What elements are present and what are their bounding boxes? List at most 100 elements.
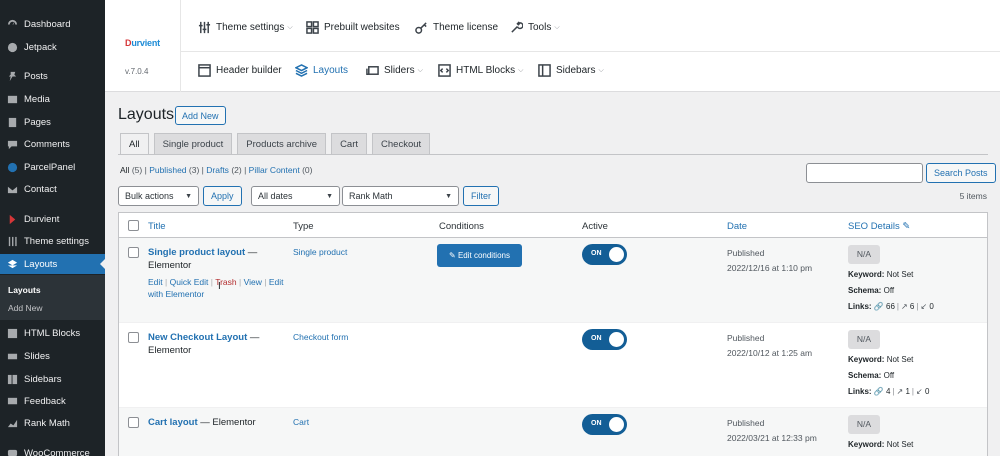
tab-single-product[interactable]: Single product [153, 133, 233, 154]
sidebar-item-dashboard[interactable]: Dashboard [0, 14, 105, 34]
column-title[interactable]: Title [148, 221, 166, 232]
date-filter-select[interactable]: All dates ▼ [251, 186, 340, 206]
sidebar-item-posts[interactable]: Posts [0, 66, 105, 86]
sidebar-item-sidebars[interactable]: Sidebars [0, 369, 105, 389]
submenu-item-layouts[interactable]: Layouts [8, 285, 41, 295]
sidebar-item-label: Jetpack [24, 41, 57, 53]
search-input[interactable] [806, 163, 923, 183]
sidebar-item-layouts[interactable]: Layouts [0, 254, 105, 274]
edit-pencil-icon[interactable]: ✎ [902, 221, 910, 232]
slides-icon [6, 350, 18, 362]
column-date[interactable]: Date [727, 221, 747, 232]
row-type-link[interactable]: Cart [293, 417, 309, 427]
sidebar-item-comments[interactable]: Comments [0, 134, 105, 154]
view-all[interactable]: All [120, 165, 129, 175]
row-title-link[interactable]: Single product layout [148, 247, 245, 258]
sidebars-icon [6, 373, 18, 385]
active-toggle[interactable]: ON [582, 329, 627, 350]
add-new-button[interactable]: Add New [175, 106, 226, 125]
row-date: Published 2022/10/12 at 1:25 am [727, 331, 812, 361]
sidebar-item-jetpack[interactable]: Jetpack [0, 37, 105, 57]
sidebar-item-durvient[interactable]: Durvient [0, 209, 105, 229]
seo-score-badge: N/A [848, 330, 880, 349]
tab-products-archive[interactable]: Products archive [237, 133, 327, 154]
row-checkbox[interactable] [128, 247, 139, 258]
row-action-edit[interactable]: Edit [148, 277, 163, 287]
nav-layouts[interactable]: Layouts [295, 64, 348, 77]
sidebar-item-media[interactable]: Media [0, 89, 105, 109]
bulk-actions-select[interactable]: Bulk actions ▼ [118, 186, 199, 206]
post-status: Published [727, 333, 765, 343]
nav-sliders[interactable]: Sliders ⌵ [366, 64, 423, 77]
sidebar-item-label: Posts [24, 70, 48, 82]
row-type-link[interactable]: Checkout form [293, 332, 348, 342]
view-drafts[interactable]: Drafts [206, 165, 229, 175]
sidebar-item-theme-settings[interactable]: Theme settings [0, 231, 105, 251]
separator: | [264, 277, 267, 287]
header-divider [180, 0, 181, 92]
code-icon [438, 64, 451, 77]
toggle-label: ON [591, 335, 602, 342]
nav-header-builder[interactable]: Header builder [198, 64, 282, 77]
view-published[interactable]: Published [149, 165, 186, 175]
sidebar-item-slides[interactable]: Slides [0, 346, 105, 366]
active-toggle[interactable]: ON [582, 244, 627, 265]
nav-label: Tools [528, 22, 552, 33]
nav-tools[interactable]: Tools ⌵ [510, 21, 560, 34]
row-action-view[interactable]: View [244, 277, 262, 287]
logo-text: urvient [131, 38, 160, 48]
parcelpanel-icon [6, 161, 18, 173]
row-title-link[interactable]: New Checkout Layout [148, 332, 247, 343]
sidebar-item-label: Sidebars [24, 373, 62, 385]
nav-label: Sidebars [556, 65, 596, 76]
nav-label: Prebuilt websites [324, 22, 400, 33]
nav-prebuilt-websites[interactable]: Prebuilt websites [306, 21, 400, 34]
external-link-icon: ↗ [896, 387, 904, 396]
search-posts-button[interactable]: Search Posts [926, 163, 996, 183]
nav-label: HTML Blocks [456, 65, 516, 76]
nav-html-blocks[interactable]: HTML Blocks ⌵ [438, 64, 523, 77]
column-type: Type [293, 221, 314, 232]
active-toggle[interactable]: ON [582, 414, 627, 435]
sidebar-item-label: Slides [24, 350, 50, 362]
rank-math-filter-select[interactable]: Rank Math ▼ [342, 186, 459, 206]
column-seo-details[interactable]: SEO Details ✎ [848, 221, 910, 232]
view-count: (5) [131, 165, 143, 175]
internal-links-count: 4 [886, 387, 891, 396]
row-action-quick-edit[interactable]: Quick Edit [170, 277, 209, 287]
sidebars-icon [538, 64, 551, 77]
filter-button[interactable]: Filter [463, 186, 499, 206]
seo-label: Links: [848, 302, 872, 311]
sidebar-item-contact[interactable]: Contact [0, 179, 105, 199]
nav-theme-license[interactable]: Theme license [415, 21, 498, 34]
submenu-item-add-new[interactable]: Add New [8, 303, 43, 313]
separator: | [892, 387, 895, 396]
view-pillar-content[interactable]: Pillar Content [249, 165, 300, 175]
sidebar-item-html-blocks[interactable]: HTML Blocks [0, 323, 105, 343]
tab-all[interactable]: All [120, 133, 149, 154]
nav-sidebars[interactable]: Sidebars ⌵ [538, 64, 604, 77]
seo-label: Keyword: [848, 270, 885, 279]
theme-logo[interactable]: Durvient [125, 38, 160, 48]
sidebar-item-pages[interactable]: Pages [0, 112, 105, 132]
toggle-label: ON [591, 420, 602, 427]
edit-conditions-button[interactable]: ✎ Edit conditions [437, 244, 522, 267]
sidebar-item-feedback[interactable]: Feedback [0, 391, 105, 411]
sidebar-item-parcelpanel[interactable]: ParcelPanel [0, 157, 105, 177]
column-active: Active [582, 221, 608, 232]
row-title: New Checkout Layout — Elementor [148, 331, 288, 357]
row-title-link[interactable]: Cart layout [148, 417, 198, 428]
chevron-down-icon: ⌵ [554, 23, 560, 31]
woo-icon [6, 447, 18, 456]
sidebar-item-rank-math[interactable]: Rank Math [0, 413, 105, 433]
row-checkbox[interactable] [128, 417, 139, 428]
tab-cart[interactable]: Cart [331, 133, 368, 154]
row-checkbox[interactable] [128, 332, 139, 343]
nav-theme-settings[interactable]: Theme settings ⌵ [198, 21, 293, 34]
tab-checkout[interactable]: Checkout [372, 133, 431, 154]
column-label: SEO Details [848, 221, 900, 232]
sidebar-item-woocommerce[interactable]: WooCommerce [0, 443, 105, 456]
select-all-checkbox[interactable] [128, 220, 139, 231]
apply-button[interactable]: Apply [203, 186, 242, 206]
row-type-link[interactable]: Single product [293, 247, 347, 257]
